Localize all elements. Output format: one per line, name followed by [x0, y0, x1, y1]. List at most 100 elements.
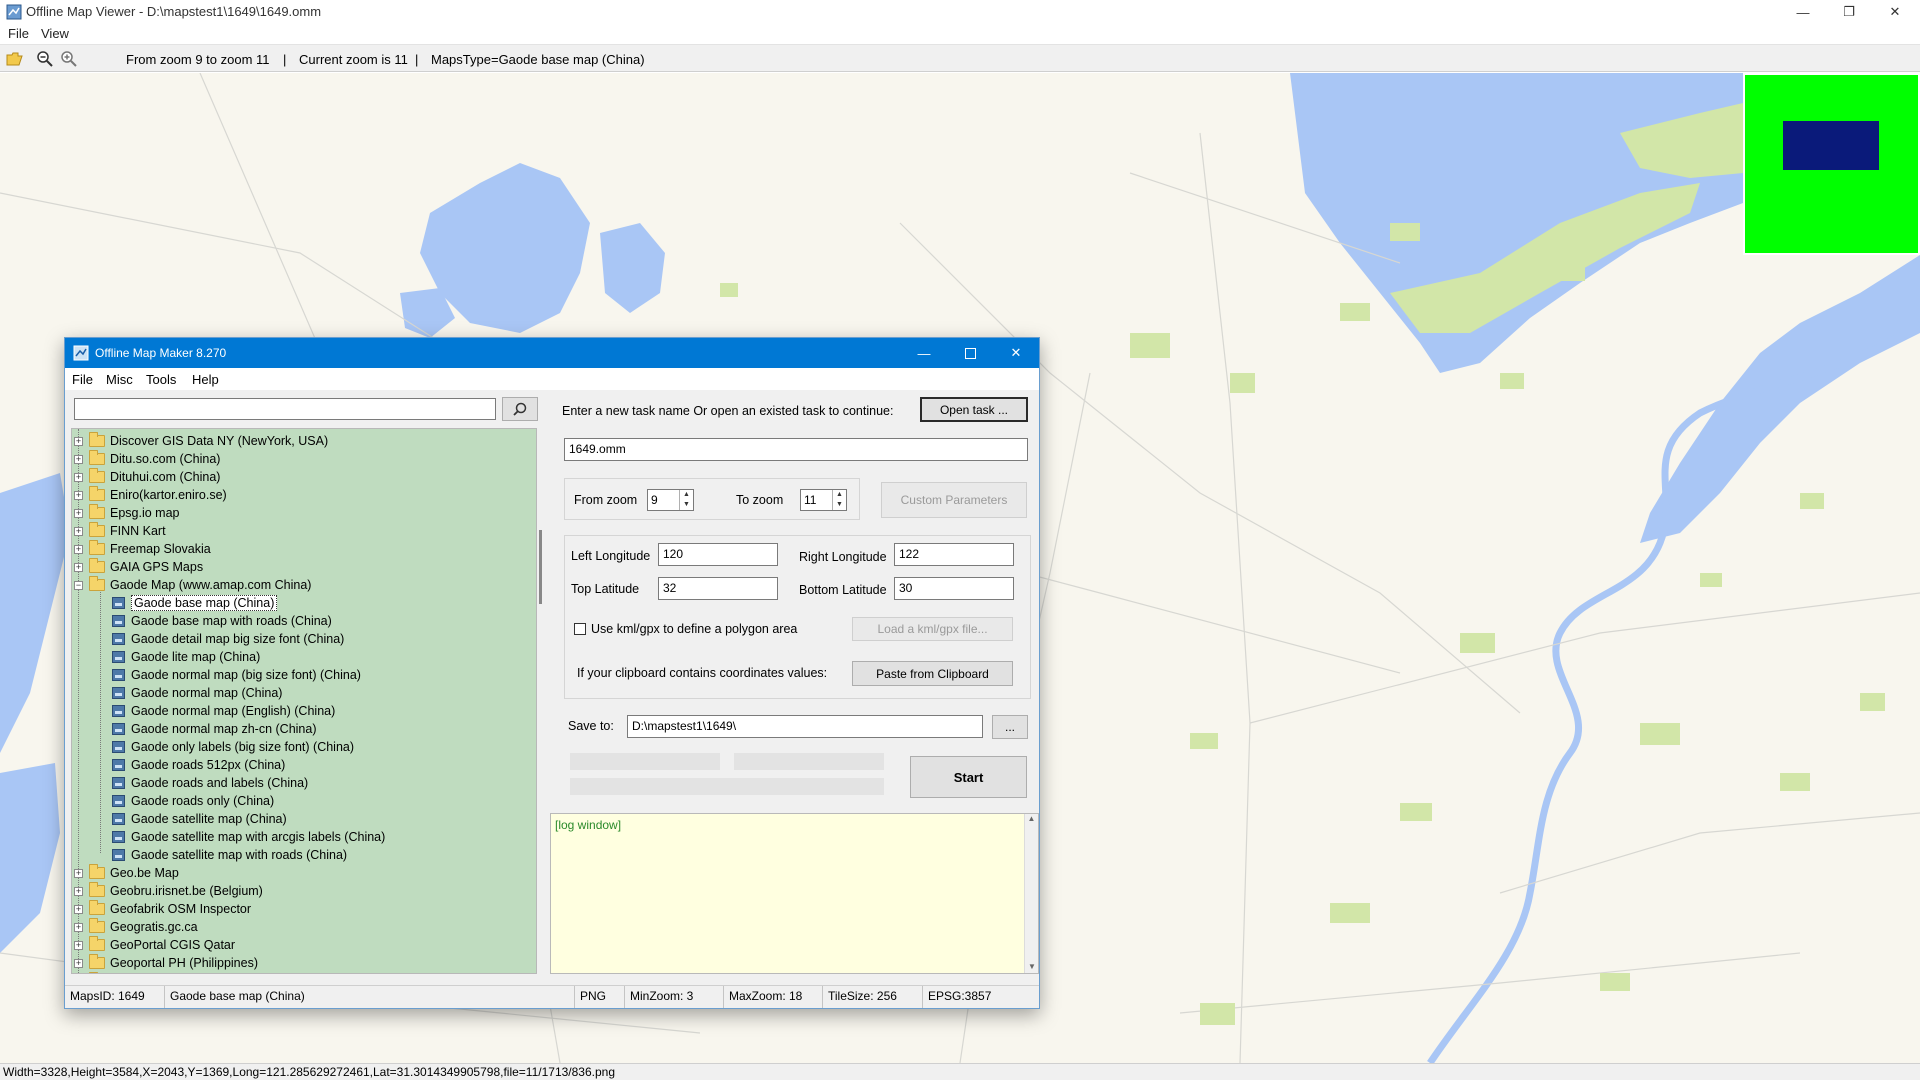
tree-map-item[interactable]: Gaode satellite map (China) [112, 810, 287, 828]
tree-map-item[interactable]: Gaode normal map (English) (China) [112, 702, 335, 720]
folder-icon [89, 918, 105, 933]
open-folder-icon[interactable] [6, 51, 24, 67]
tree-map-item[interactable]: Gaode detail map big size font (China) [112, 630, 344, 648]
dialog-menu-tools[interactable]: Tools [146, 372, 176, 387]
expand-icon[interactable]: + [74, 940, 83, 950]
search-button[interactable] [502, 397, 538, 421]
tree-map-item[interactable]: Gaode only labels (big size font) (China… [112, 738, 354, 756]
log-scrollbar[interactable]: ▲ ▼ [1024, 814, 1038, 973]
tree-folder-item[interactable]: +Geoportale Nazionale (Italy) [74, 972, 266, 973]
load-kml-button[interactable]: Load a kml/gpx file... [852, 617, 1013, 641]
tree-folder-item[interactable]: + Eniro(kartor.eniro.se) [74, 486, 227, 504]
collapse-icon[interactable]: − [74, 580, 83, 590]
folder-icon [89, 558, 105, 573]
maximize-button[interactable]: ❐ [1826, 0, 1872, 24]
dialog-minimize-button[interactable]: — [901, 338, 947, 368]
task-name-input[interactable]: 1649.omm [564, 438, 1028, 461]
minimize-button[interactable]: — [1780, 0, 1826, 24]
tree-folder-item[interactable]: + GeoPortal CGIS Qatar [74, 936, 235, 954]
expand-icon[interactable]: + [74, 922, 83, 932]
expand-icon[interactable]: + [74, 472, 83, 482]
paste-clipboard-button[interactable]: Paste from Clipboard [852, 661, 1013, 686]
map-search-input[interactable] [74, 398, 496, 420]
right-longitude-input[interactable]: 122 [894, 543, 1014, 566]
folder-icon [89, 954, 105, 969]
tree-folder-item[interactable]: + Discover GIS Data NY (NewYork, USA) [74, 432, 328, 450]
to-zoom-value: 11 [804, 493, 817, 507]
dialog-maximize-button[interactable] [947, 338, 993, 368]
tree-folder-item[interactable]: + Geogratis.gc.ca [74, 918, 198, 936]
overview-viewport[interactable] [1783, 121, 1879, 170]
dialog-menu-file[interactable]: File [72, 372, 93, 387]
title-bar: Offline Map Viewer - D:\mapstest1\1649\1… [0, 0, 1920, 24]
tree-folder-item[interactable]: + GAIA GPS Maps [74, 558, 203, 576]
overview-map[interactable] [1743, 73, 1920, 255]
tree-map-item[interactable]: Gaode lite map (China) [112, 648, 260, 666]
browse-button[interactable]: ... [992, 715, 1028, 739]
tree-map-item[interactable]: Gaode roads and labels (China) [112, 774, 308, 792]
status-text: Width=3328,Height=3584,X=2043,Y=1369,Lon… [3, 1065, 616, 1079]
tree-folder-item[interactable]: + Epsg.io map [74, 504, 179, 522]
tree-map-item[interactable]: Gaode normal map (China) [112, 684, 282, 702]
menu-file[interactable]: File [8, 26, 29, 41]
save-to-input[interactable]: D:\mapstest1\1649\ [627, 715, 983, 738]
dialog-menu-help[interactable]: Help [192, 372, 219, 387]
tree-folder-item[interactable]: + Geofabrik OSM Inspector [74, 900, 251, 918]
zoom-in-icon[interactable] [60, 50, 78, 68]
bottom-latitude-input[interactable]: 30 [894, 577, 1014, 600]
tree-map-item[interactable]: Gaode roads only (China) [112, 792, 274, 810]
tree-map-item[interactable]: Gaode roads 512px (China) [112, 756, 285, 774]
map-icon [112, 615, 125, 627]
tree-folder-item[interactable]: + FINN Kart [74, 522, 166, 540]
tree-map-item[interactable]: Gaode normal map zh-cn (China) [112, 720, 317, 738]
tree-map-item[interactable]: Gaode satellite map with roads (China) [112, 846, 347, 864]
to-zoom-spinner[interactable]: 11 ▲ ▼ [800, 489, 847, 511]
tree-map-item[interactable]: Gaode base map with roads (China) [112, 612, 332, 630]
tree-item-label: Gaode normal map (China) [131, 686, 283, 700]
expand-icon[interactable]: + [74, 904, 83, 914]
menu-view[interactable]: View [41, 26, 69, 41]
folder-icon [89, 576, 105, 591]
expand-icon[interactable]: + [74, 544, 83, 554]
tree-folder-item[interactable]: + Dituhui.com (China) [74, 468, 220, 486]
expand-icon[interactable]: + [74, 868, 83, 878]
tree-map-item[interactable]: Gaode base map (China) [112, 594, 278, 612]
custom-parameters-button[interactable]: Custom Parameters [881, 482, 1027, 518]
spinner-arrows-icon[interactable]: ▲ ▼ [832, 490, 846, 510]
toolbar: From zoom 9 to zoom 11 | Current zoom is… [0, 44, 1920, 72]
expand-icon[interactable]: + [74, 886, 83, 896]
expand-icon[interactable]: + [74, 454, 83, 464]
tree-map-item[interactable]: Gaode satellite map with arcgis labels (… [112, 828, 385, 846]
map-provider-tree[interactable]: + Discover GIS Data NY (NewYork, USA) + Dit… [71, 428, 537, 974]
tree-item-label: GAIA GPS Maps [110, 560, 204, 574]
kml-checkbox[interactable] [574, 623, 586, 635]
dialog-close-button[interactable]: ✕ [993, 338, 1039, 368]
expand-icon[interactable]: + [74, 958, 83, 968]
tree-folder-item[interactable]: + Ditu.so.com (China) [74, 450, 220, 468]
expand-icon[interactable]: + [74, 526, 83, 536]
dialog-menu-misc[interactable]: Misc [106, 372, 133, 387]
expand-icon[interactable]: + [74, 490, 83, 500]
tree-folder-item[interactable]: + Geoportal PH (Philippines) [74, 954, 258, 972]
log-window[interactable]: [log window] ▲ ▼ [550, 813, 1039, 974]
expand-icon[interactable]: + [74, 436, 83, 446]
folder-icon [89, 486, 105, 501]
tree-folder-item[interactable]: + Freemap Slovakia [74, 540, 211, 558]
tree-folder-item[interactable]: − Gaode Map (www.amap.com China) [74, 576, 311, 594]
spinner-arrows-icon[interactable]: ▲ ▼ [679, 490, 693, 510]
tree-item-label: Geofabrik OSM Inspector [110, 902, 252, 916]
expand-icon[interactable]: + [74, 508, 83, 518]
folder-icon [89, 864, 105, 879]
expand-icon[interactable]: + [74, 562, 83, 572]
left-longitude-input[interactable]: 120 [658, 543, 778, 566]
zoom-out-icon[interactable] [36, 50, 54, 68]
tree-map-item[interactable]: Gaode normal map (big size font) (China) [112, 666, 361, 684]
from-zoom-spinner[interactable]: 9 ▲ ▼ [647, 489, 694, 511]
start-button[interactable]: Start [910, 756, 1027, 798]
open-task-button[interactable]: Open task ... [920, 397, 1028, 422]
tree-folder-item[interactable]: + Geobru.irisnet.be (Belgium) [74, 882, 263, 900]
tree-folder-item[interactable]: + Geo.be Map [74, 864, 179, 882]
tree-scrollbar-thumb[interactable] [539, 530, 542, 604]
close-button[interactable]: ✕ [1872, 0, 1918, 24]
top-latitude-input[interactable]: 32 [658, 577, 778, 600]
